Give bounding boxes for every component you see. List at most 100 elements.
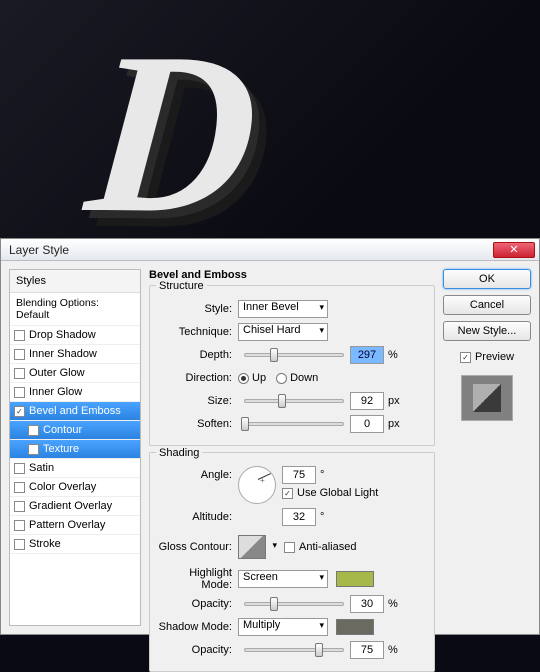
style-option-checkbox[interactable]	[14, 482, 25, 493]
style-option-checkbox[interactable]	[28, 444, 39, 455]
style-option-checkbox[interactable]	[14, 330, 25, 341]
style-option-pattern-overlay[interactable]: Pattern Overlay	[10, 516, 140, 535]
highlight-color-swatch[interactable]	[336, 571, 374, 587]
style-option-checkbox[interactable]	[14, 501, 25, 512]
angle-label: Angle:	[158, 466, 238, 481]
shadow-mode-select[interactable]: Multiply	[238, 618, 328, 636]
direction-label: Direction:	[158, 372, 238, 384]
highlight-opacity-slider[interactable]	[244, 602, 344, 606]
technique-select[interactable]: Chisel Hard	[238, 323, 328, 341]
style-option-label: Inner Glow	[29, 386, 82, 398]
highlight-opacity-unit: %	[388, 598, 398, 610]
global-light-checkbox[interactable]	[282, 488, 293, 499]
antialiased-label: Anti-aliased	[299, 541, 356, 553]
dialog-buttons: OK Cancel New Style... Preview	[443, 269, 531, 626]
highlight-opacity-input[interactable]: 30	[350, 595, 384, 613]
window-title: Layer Style	[5, 243, 493, 257]
size-unit: px	[388, 395, 400, 407]
style-option-checkbox[interactable]	[14, 349, 25, 360]
gloss-contour-picker[interactable]	[238, 535, 266, 559]
style-select[interactable]: Inner Bevel	[238, 300, 328, 318]
angle-input[interactable]: 75	[282, 466, 316, 484]
preview-label: Preview	[475, 351, 514, 363]
soften-slider[interactable]	[244, 422, 344, 426]
close-button[interactable]: ✕	[493, 242, 535, 258]
style-option-checkbox[interactable]	[14, 368, 25, 379]
styles-list: Styles Blending Options: Default Drop Sh…	[9, 269, 141, 626]
style-option-bevel-and-emboss[interactable]: Bevel and Emboss	[10, 402, 140, 421]
style-option-outer-glow[interactable]: Outer Glow	[10, 364, 140, 383]
highlight-opacity-label: Opacity:	[158, 598, 238, 610]
shadow-mode-label: Shadow Mode:	[158, 621, 238, 633]
soften-label: Soften:	[158, 418, 238, 430]
direction-up-radio[interactable]	[238, 373, 249, 384]
shadow-opacity-unit: %	[388, 644, 398, 656]
style-option-satin[interactable]: Satin	[10, 459, 140, 478]
soften-input[interactable]: 0	[350, 415, 384, 433]
depth-label: Depth:	[158, 349, 238, 361]
style-option-texture[interactable]: Texture	[10, 440, 140, 459]
styles-header[interactable]: Styles	[10, 270, 140, 293]
highlight-mode-select[interactable]: Screen	[238, 570, 328, 588]
style-option-inner-glow[interactable]: Inner Glow	[10, 383, 140, 402]
style-option-label: Stroke	[29, 538, 61, 550]
style-label: Style:	[158, 303, 238, 315]
style-option-checkbox[interactable]	[14, 406, 25, 417]
new-style-button[interactable]: New Style...	[443, 321, 531, 341]
shading-legend: Shading	[156, 447, 202, 459]
depth-unit: %	[388, 349, 398, 361]
cancel-button[interactable]: Cancel	[443, 295, 531, 315]
antialiased-checkbox[interactable]	[284, 542, 295, 553]
altitude-input[interactable]: 32	[282, 508, 316, 526]
depth-slider[interactable]	[244, 353, 344, 357]
preview-swatch	[461, 375, 513, 421]
style-option-drop-shadow[interactable]: Drop Shadow	[10, 326, 140, 345]
style-option-checkbox[interactable]	[28, 425, 39, 436]
altitude-unit: °	[320, 511, 324, 523]
size-slider[interactable]	[244, 399, 344, 403]
style-option-label: Texture	[43, 443, 79, 455]
style-option-gradient-overlay[interactable]: Gradient Overlay	[10, 497, 140, 516]
settings-panel: Bevel and Emboss Structure Style: Inner …	[149, 269, 435, 626]
size-input[interactable]: 92	[350, 392, 384, 410]
direction-down-radio[interactable]	[276, 373, 287, 384]
style-option-checkbox[interactable]	[14, 387, 25, 398]
size-label: Size:	[158, 395, 238, 407]
style-option-label: Satin	[29, 462, 54, 474]
style-option-contour[interactable]: Contour	[10, 421, 140, 440]
technique-label: Technique:	[158, 326, 238, 338]
direction-down-label: Down	[290, 372, 318, 384]
style-option-checkbox[interactable]	[14, 520, 25, 531]
close-icon: ✕	[509, 243, 518, 256]
altitude-label: Altitude:	[158, 511, 238, 523]
depth-input[interactable]: 297	[350, 346, 384, 364]
style-option-label: Bevel and Emboss	[29, 405, 121, 417]
angle-control[interactable]: +	[238, 466, 276, 504]
style-option-label: Drop Shadow	[29, 329, 96, 341]
letter-d-graphic: D	[78, 0, 267, 265]
titlebar: Layer Style ✕	[1, 239, 539, 261]
angle-unit: °	[320, 469, 324, 481]
structure-legend: Structure	[156, 280, 207, 292]
shading-group: Shading Angle: + 75 ° Use Global	[149, 452, 435, 672]
style-option-checkbox[interactable]	[14, 463, 25, 474]
style-option-label: Inner Shadow	[29, 348, 97, 360]
soften-unit: px	[388, 418, 400, 430]
style-option-label: Color Overlay	[29, 481, 96, 493]
style-option-stroke[interactable]: Stroke	[10, 535, 140, 554]
background-3d-preview: D	[0, 0, 540, 238]
highlight-mode-label: Highlight Mode:	[158, 567, 238, 591]
style-option-checkbox[interactable]	[14, 539, 25, 550]
shadow-color-swatch[interactable]	[336, 619, 374, 635]
shadow-opacity-slider[interactable]	[244, 648, 344, 652]
style-option-inner-shadow[interactable]: Inner Shadow	[10, 345, 140, 364]
style-option-color-overlay[interactable]: Color Overlay	[10, 478, 140, 497]
style-option-label: Outer Glow	[29, 367, 85, 379]
structure-group: Structure Style: Inner Bevel Technique: …	[149, 285, 435, 446]
shadow-opacity-label: Opacity:	[158, 644, 238, 656]
blending-options-row[interactable]: Blending Options: Default	[10, 293, 140, 326]
preview-checkbox[interactable]	[460, 352, 471, 363]
ok-button[interactable]: OK	[443, 269, 531, 289]
shadow-opacity-input[interactable]: 75	[350, 641, 384, 659]
style-option-label: Contour	[43, 424, 82, 436]
